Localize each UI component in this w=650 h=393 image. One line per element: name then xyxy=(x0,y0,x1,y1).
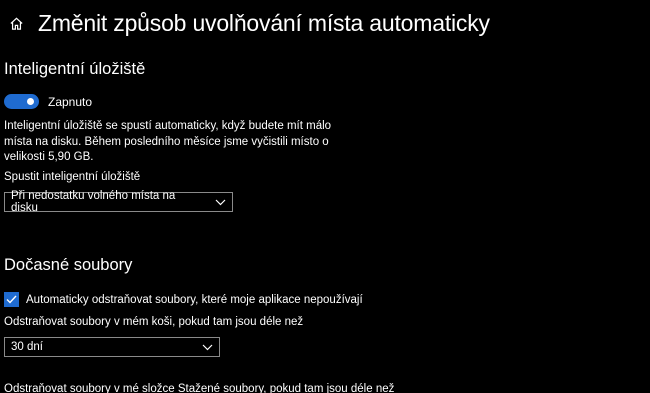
run-storage-sense-label: Spustit inteligentní úložiště xyxy=(4,171,141,183)
settings-page: Změnit způsob uvolňování místa automatic… xyxy=(0,0,650,393)
chevron-down-icon xyxy=(215,199,226,206)
storage-sense-toggle[interactable] xyxy=(4,94,39,109)
storage-sense-description: Inteligentní úložiště se spustí automati… xyxy=(4,120,332,163)
toggle-knob xyxy=(27,98,34,105)
home-icon xyxy=(9,17,23,30)
storage-sense-heading: Inteligentní úložiště xyxy=(4,60,146,78)
run-storage-sense-value: Při nedostatku volného místa na disku xyxy=(11,190,176,214)
auto-delete-checkbox[interactable] xyxy=(4,292,19,307)
chevron-down-icon xyxy=(202,344,213,351)
page-title: Změnit způsob uvolňování místa automatic… xyxy=(38,9,490,36)
recycle-bin-value: 30 dní xyxy=(11,341,43,353)
temp-files-heading: Dočasné soubory xyxy=(4,256,133,274)
toggle-state-label: Zapnuto xyxy=(48,94,93,109)
checkmark-icon xyxy=(6,295,17,304)
downloads-label: Odstraňovat soubory v mé složce Stažené … xyxy=(4,383,395,393)
auto-delete-label: Automaticky odstraňovat soubory, které m… xyxy=(26,293,363,306)
recycle-bin-dropdown[interactable]: 30 dní xyxy=(4,337,220,357)
header: Změnit způsob uvolňování místa automatic… xyxy=(0,8,490,38)
run-storage-sense-dropdown[interactable]: Při nedostatku volného místa na disku xyxy=(4,190,233,214)
home-button[interactable] xyxy=(4,11,28,35)
storage-sense-toggle-row: Zapnuto xyxy=(4,94,92,109)
recycle-bin-label: Odstraňovat soubory v mém koši, pokud ta… xyxy=(4,316,304,328)
auto-delete-row: Automaticky odstraňovat soubory, které m… xyxy=(4,292,363,307)
